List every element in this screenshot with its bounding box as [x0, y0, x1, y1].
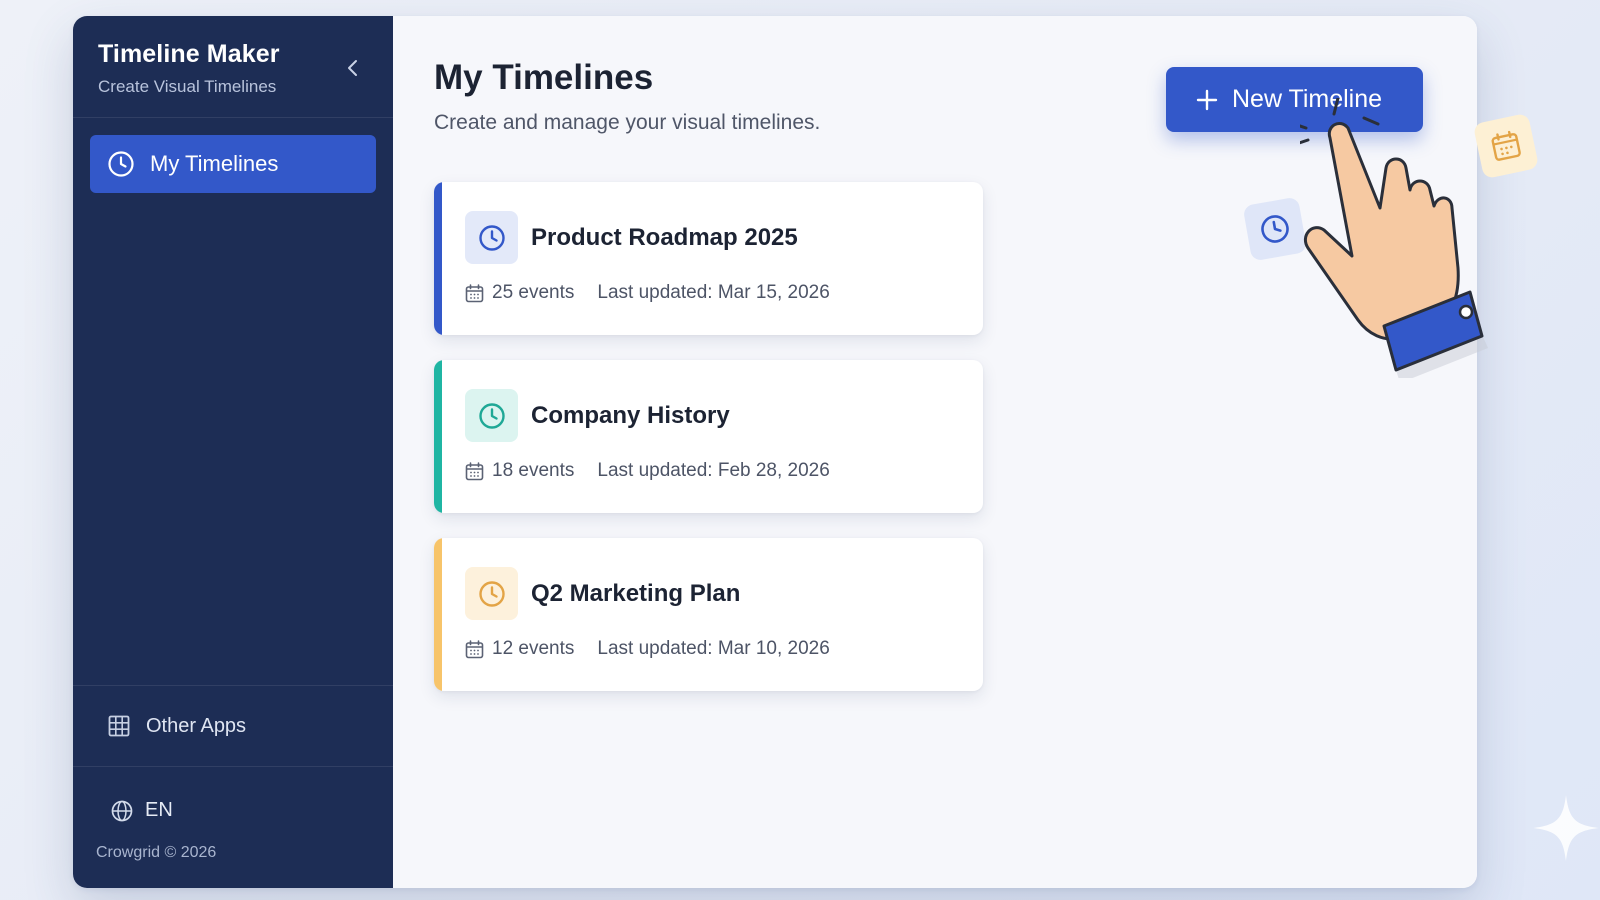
- card-icon-box: [465, 389, 518, 442]
- timeline-meta: 25 events Last updated: Mar 15, 2026: [465, 282, 830, 304]
- app-window: Timeline Maker Create Visual Timelines M…: [73, 16, 1477, 888]
- copyright-text: Crowgrid © 2026: [96, 844, 217, 861]
- globe-icon: [111, 800, 133, 821]
- plus-icon: [1196, 89, 1218, 110]
- other-apps-label: Other Apps: [146, 714, 247, 737]
- card-icon-box: [465, 567, 518, 620]
- sidebar-bottom-pad: [73, 862, 393, 888]
- other-apps-link[interactable]: Other Apps: [73, 685, 393, 767]
- timeline-card[interactable]: Product Roadmap 2025 25 events Last upda…: [434, 182, 983, 335]
- app-title: Timeline Maker: [98, 40, 280, 68]
- floating-clock-decoration: [1242, 196, 1308, 262]
- clock-icon: [108, 151, 134, 177]
- language-selector[interactable]: EN: [73, 767, 393, 822]
- card-icon-box: [465, 211, 518, 264]
- page-subtitle: Create and manage your visual timelines.: [434, 111, 821, 134]
- calendar-icon: [465, 283, 484, 302]
- timeline-card[interactable]: Q2 Marketing Plan 12 events Last updated…: [434, 538, 983, 691]
- sidebar: Timeline Maker Create Visual Timelines M…: [73, 16, 393, 888]
- timeline-event-count: 25 events: [492, 282, 575, 303]
- timeline-meta: 12 events Last updated: Mar 10, 2026: [465, 638, 830, 660]
- clock-icon: [1261, 215, 1289, 243]
- pointing-hand-illustration: [1300, 98, 1488, 378]
- timeline-last-updated: Last updated: Feb 28, 2026: [597, 460, 830, 481]
- card-accent-stripe: [434, 360, 442, 513]
- timeline-event-count: 12 events: [492, 638, 575, 659]
- sidebar-nav: My Timelines: [73, 118, 393, 193]
- collapse-sidebar-button[interactable]: [341, 56, 365, 80]
- timeline-title: Company History: [531, 402, 730, 429]
- clock-icon: [478, 224, 505, 251]
- app-subtitle: Create Visual Timelines: [98, 77, 277, 96]
- sidebar-header: Timeline Maker Create Visual Timelines: [73, 16, 393, 118]
- page-title: My Timelines: [434, 58, 654, 97]
- timeline-last-updated: Last updated: Mar 10, 2026: [597, 638, 830, 659]
- chevron-left-icon: [348, 60, 357, 76]
- calendar-icon: [465, 461, 484, 480]
- timeline-card[interactable]: Company History 18 events Last updated: …: [434, 360, 983, 513]
- sidebar-item-label: My Timelines: [150, 151, 279, 176]
- card-accent-stripe: [434, 538, 442, 691]
- calendar-icon: [465, 639, 484, 658]
- timeline-last-updated: Last updated: Mar 15, 2026: [597, 282, 830, 303]
- timeline-meta: 18 events Last updated: Feb 28, 2026: [465, 460, 830, 482]
- sidebar-item-my-timelines[interactable]: My Timelines: [90, 135, 376, 193]
- timeline-title: Q2 Marketing Plan: [531, 580, 741, 607]
- timeline-title: Product Roadmap 2025: [531, 224, 798, 251]
- clock-icon: [478, 580, 505, 607]
- clock-icon: [478, 402, 505, 429]
- grid-icon: [108, 715, 130, 737]
- sparkle-decoration: [1533, 795, 1599, 861]
- timeline-event-count: 18 events: [492, 460, 575, 481]
- card-accent-stripe: [434, 182, 442, 335]
- language-label: EN: [145, 799, 173, 821]
